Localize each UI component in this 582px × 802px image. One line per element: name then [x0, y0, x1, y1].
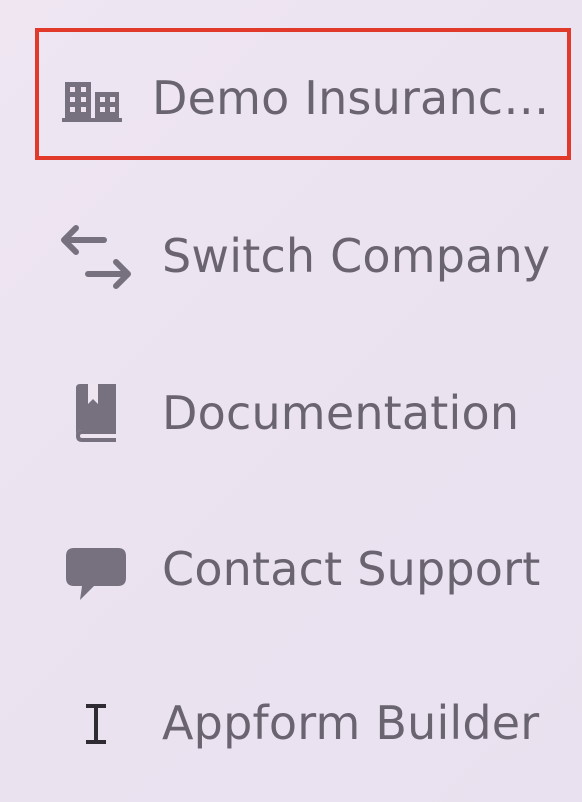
- menu-item-label: Demo Insuranc…: [152, 71, 550, 125]
- menu-item-documentation[interactable]: Documentation: [0, 352, 582, 472]
- menu-item-label: Contact Support: [162, 542, 541, 596]
- menu-item-label: Switch Company: [162, 229, 551, 283]
- text-cursor-icon: [86, 704, 106, 744]
- chat-bubble-icon: [66, 548, 126, 600]
- menu-item-label: Appform Builder: [162, 696, 540, 750]
- menu-item-contact-support[interactable]: Contact Support: [0, 508, 582, 628]
- book-icon: [76, 384, 116, 442]
- menu-item-appform-builder[interactable]: Appform Builder: [0, 664, 582, 784]
- user-menu: Demo Insuranc… Switch Company Documentat…: [0, 0, 582, 802]
- building-icon: [62, 82, 122, 122]
- switch-arrows-icon: [61, 225, 131, 289]
- menu-item-label: Documentation: [162, 386, 520, 440]
- menu-item-switch-company[interactable]: Switch Company: [0, 198, 582, 318]
- menu-item-current-company[interactable]: Demo Insuranc…: [0, 28, 582, 160]
